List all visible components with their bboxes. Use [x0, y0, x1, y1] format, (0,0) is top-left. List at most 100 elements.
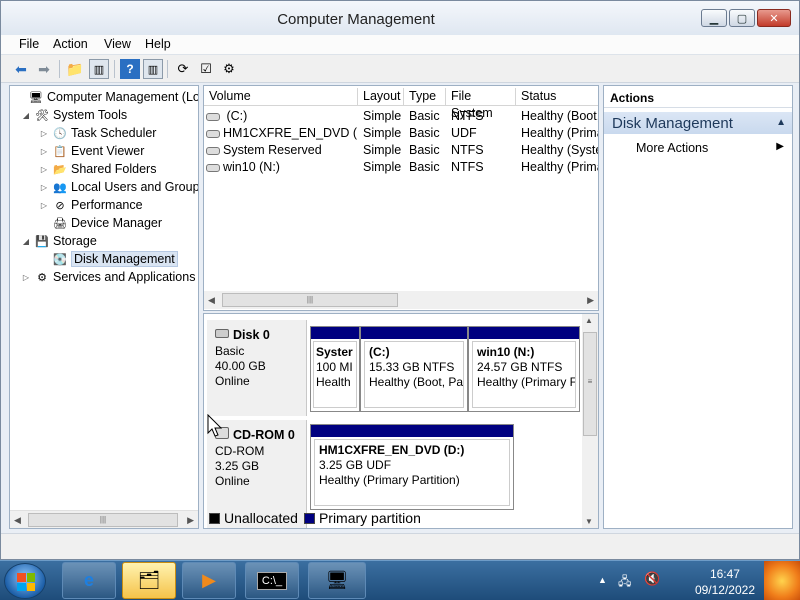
tree-item-event-viewer[interactable]: ▷ 📋 Event Viewer [38, 142, 145, 160]
status-cell: Healthy (Boot, [521, 109, 599, 123]
table-row[interactable]: System Reserved Simple Basic NTFS Healthy (S… [204, 142, 598, 159]
volume-name: win10 (N:) [223, 160, 280, 174]
primary-partition-bar [311, 425, 513, 437]
primary-partition-swatch [303, 512, 315, 524]
volume-cell: (C:) [206, 109, 358, 123]
partition-c[interactable]: (C:) 15.33 GB NTFS Healthy (Boot, Pa [360, 326, 468, 412]
volume-list-horizontal-scrollbar[interactable]: ◀ ||| ▶ [204, 291, 598, 309]
partition-name: Syster [316, 345, 353, 359]
disk-view-vertical-scrollbar[interactable]: ▲ ≡ ▼ [582, 314, 598, 528]
tree-item-performance[interactable]: ▷ ⊘ Performance [38, 196, 143, 214]
close-button[interactable]: ✕ [757, 9, 791, 27]
volume-cell: HM1CXFRE_EN_DVD (D:) [206, 126, 358, 140]
menu-file[interactable]: File [19, 37, 39, 51]
submenu-arrow-icon: ▶ [776, 141, 784, 152]
expand-toggle-icon[interactable]: ▷ [38, 129, 50, 138]
computer-management-window: Computer Management ▁ ▢ ✕ File Action Vi… [0, 0, 800, 560]
partition-size: 3.25 GB UDF [319, 458, 392, 472]
refresh-icon[interactable]: ⟳ [173, 59, 193, 79]
tree-item-task-scheduler[interactable]: ▷ 🕓 Task Scheduler [38, 124, 157, 142]
column-header-volume[interactable]: Volume [204, 88, 358, 106]
expand-toggle-icon[interactable]: ▷ [38, 201, 50, 210]
back-arrow-icon[interactable]: ⬅ [11, 59, 31, 79]
legend-primary-partition: Primary partition [318, 510, 421, 526]
collapse-caret-icon[interactable]: ▲ [776, 117, 786, 128]
network-icon[interactable]: 🖧 [618, 572, 636, 588]
shared-folders-icon: 📂 [53, 163, 67, 176]
computer-management-taskbar-icon[interactable]: 🖥 [308, 562, 366, 599]
properties-icon[interactable]: ☑ [196, 59, 216, 79]
disk-graphical-view: Disk 0 Basic 40.00 GB Online Syster 100 … [203, 313, 599, 529]
expand-toggle-icon[interactable]: ◢ [20, 111, 32, 120]
partition-status: Healthy (Primary Partition) [319, 473, 460, 487]
settings-icon[interactable]: ⚙ [219, 59, 239, 79]
tree-item-computer-management-local[interactable]: 🖥 Computer Management (Local [14, 88, 198, 106]
expand-toggle-icon[interactable]: ◢ [20, 237, 32, 246]
hard-disk-icon [215, 329, 229, 338]
partition-win10[interactable]: win10 (N:) 24.57 GB NTFS Healthy (Primar… [468, 326, 580, 412]
actions-section-disk-management[interactable]: Disk Management ▲ [604, 112, 792, 134]
tree-item-disk-management[interactable]: 💽 Disk Management [38, 250, 178, 268]
menu-view[interactable]: View [104, 37, 131, 51]
internet-explorer-icon[interactable]: e [62, 562, 116, 599]
tree-item-label: Services and Applications [53, 270, 196, 284]
show-hide-tree-icon[interactable]: ▥ [89, 59, 109, 79]
expand-toggle-icon[interactable]: ▷ [20, 273, 32, 282]
tree-horizontal-scrollbar[interactable]: ◀ ||| ▶ [10, 510, 198, 528]
table-row[interactable]: HM1CXFRE_EN_DVD (D:) Simple Basic UDF Health… [204, 125, 598, 142]
forward-arrow-icon[interactable]: ➡ [34, 59, 54, 79]
tree-item-storage[interactable]: ◢ 💾 Storage [20, 232, 97, 250]
table-row[interactable]: win10 (N:) Simple Basic NTFS Healthy (Prima [204, 159, 598, 176]
unallocated-swatch [209, 512, 220, 524]
partition-system-reserved[interactable]: Syster 100 MI Health [310, 326, 360, 412]
column-header-file-system[interactable]: File System [446, 88, 516, 120]
show-hide-action-pane-icon[interactable]: ▥ [143, 59, 163, 79]
tree-item-label: Disk Management [71, 251, 178, 267]
cdrom-0-size: 3.25 GB [215, 459, 260, 473]
partition-dvd[interactable]: HM1CXFRE_EN_DVD (D:) 3.25 GB UDF Healthy… [310, 424, 514, 510]
disk-0-label[interactable]: Disk 0 Basic 40.00 GB Online [207, 320, 307, 416]
user-avatar-flower-icon[interactable] [764, 561, 800, 600]
help-icon[interactable]: ? [120, 59, 140, 79]
tree-item-label: Device Manager [71, 216, 163, 230]
navigation-tree: 🖥 Computer Management (Local ◢ 🛠 System Tool… [9, 85, 199, 529]
actions-header: Actions [604, 86, 792, 108]
tree-item-local-users-and-groups[interactable]: ▷ 👥 Local Users and Groups [38, 178, 198, 196]
expand-toggle-icon[interactable]: ▷ [38, 147, 50, 156]
table-row[interactable]: (C:) Simple Basic NTFS Healthy (Boot, [204, 108, 599, 125]
column-header-type[interactable]: Type [404, 88, 446, 106]
more-actions-item[interactable]: More Actions [636, 141, 708, 155]
file-explorer-icon[interactable]: 🗂 [122, 562, 176, 599]
tree-item-system-tools[interactable]: ◢ 🛠 System Tools [20, 106, 127, 124]
primary-partition-bar [361, 327, 467, 339]
column-header-status[interactable]: Status [516, 88, 598, 106]
expand-toggle-icon[interactable]: ▷ [38, 165, 50, 174]
column-header-layout[interactable]: Layout [358, 88, 404, 106]
up-folder-icon[interactable]: 📁 [65, 59, 85, 79]
tree-item-shared-folders[interactable]: ▷ 📂 Shared Folders [38, 160, 157, 178]
scrollbar-thumb[interactable]: ||| [222, 293, 398, 307]
fs-cell: NTFS [451, 143, 484, 157]
partition-name: HM1CXFRE_EN_DVD (D:) [319, 443, 465, 457]
scrollbar-thumb[interactable]: ≡ [583, 332, 597, 436]
tree-item-services-and-applications[interactable]: ▷ ⚙ Services and Applications [20, 268, 196, 286]
minimize-button[interactable]: ▁ [701, 9, 727, 27]
performance-icon: ⊘ [55, 199, 65, 212]
maximize-button[interactable]: ▢ [729, 9, 755, 27]
start-button[interactable] [4, 563, 46, 599]
expand-toggle-icon[interactable]: ▷ [38, 183, 50, 192]
clock[interactable]: 16:47 09/12/2022 [695, 566, 755, 598]
title-bar[interactable]: Computer Management ▁ ▢ ✕ [1, 1, 799, 35]
toolbar: ⬅ ➡ 📁 ▥ ? ▥ ⟳ ☑ ⚙ [1, 55, 799, 83]
tree-item-device-manager[interactable]: 🖨 Device Manager [38, 214, 162, 232]
cdrom-0-state: Online [215, 474, 250, 488]
disk-legend: Unallocated Primary partition [203, 509, 599, 527]
volume-cell: win10 (N:) [206, 160, 358, 174]
menu-help[interactable]: Help [145, 37, 171, 51]
window-controls: ▁ ▢ ✕ [701, 9, 791, 27]
media-player-icon[interactable]: ▶ [182, 562, 236, 599]
command-prompt-icon[interactable]: C:\_ [245, 562, 299, 599]
volume-muted-icon[interactable]: 🔇 [644, 571, 660, 587]
menu-action[interactable]: Action [53, 37, 88, 51]
show-hidden-icons-icon[interactable]: ▲ [598, 575, 607, 585]
